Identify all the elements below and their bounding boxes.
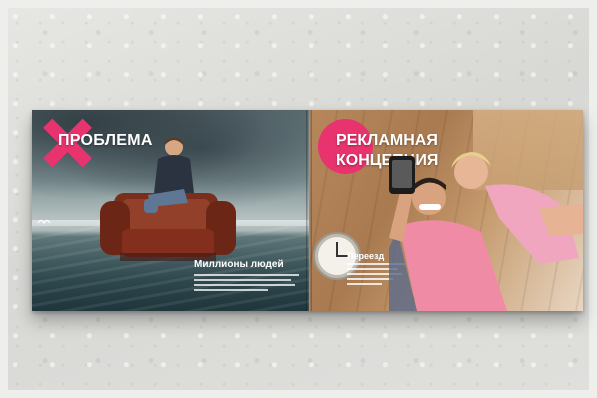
left-page: ПРОБЛЕМА Миллионы людей: [32, 110, 309, 311]
right-page: РЕКЛАМНАЯ КОНЦЕПЦИЯ Переезд: [309, 110, 583, 311]
left-body-text-lines: [194, 274, 299, 294]
man-sitting-illustration: [144, 137, 194, 213]
brochure-spine: [306, 110, 312, 311]
couple-selfie-illustration: [389, 152, 583, 311]
seagull-icon: [37, 219, 51, 225]
right-caption-title: Переезд: [347, 251, 385, 261]
problem-heading: ПРОБЛЕМА: [58, 132, 153, 149]
brochure-spread: ПРОБЛЕМА Миллионы людей РЕКЛАМНАЯ КОНЦЕП…: [32, 110, 583, 311]
left-caption-title: Миллионы людей: [194, 259, 284, 270]
